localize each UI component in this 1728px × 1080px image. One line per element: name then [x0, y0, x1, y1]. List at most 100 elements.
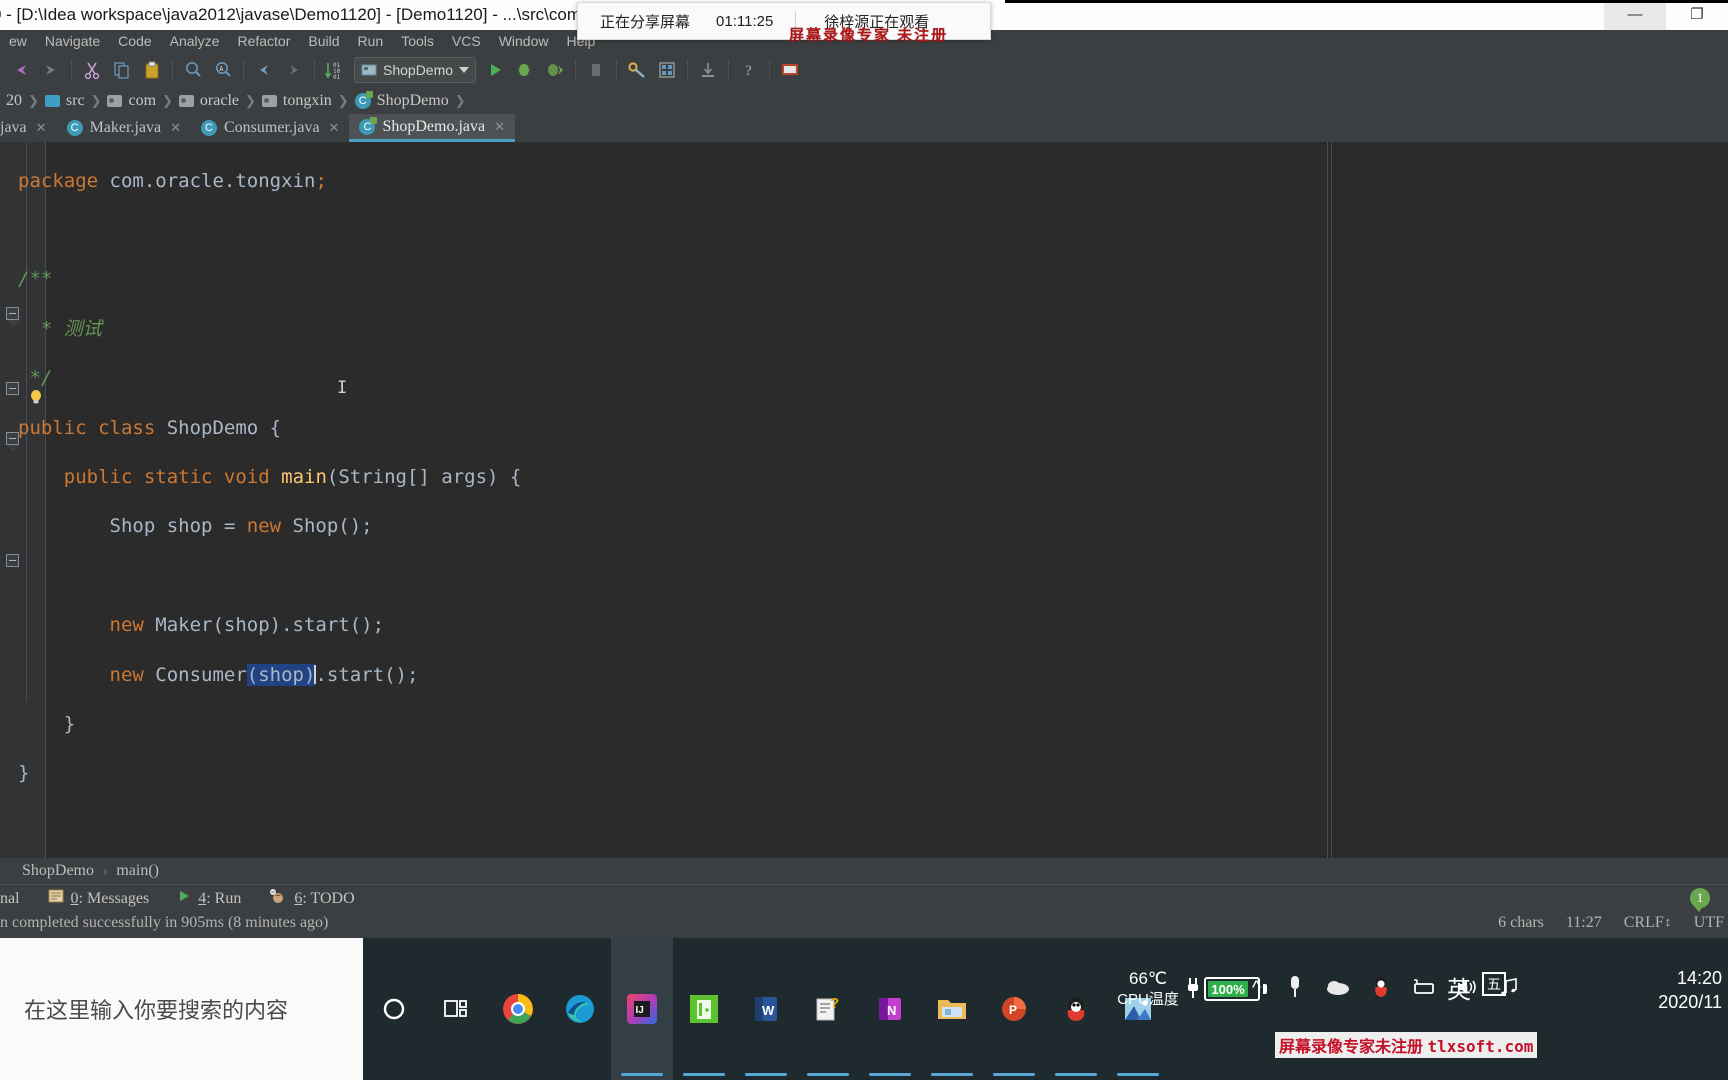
redo-icon[interactable]	[279, 55, 309, 85]
menu-item-navigate[interactable]: Navigate	[36, 33, 109, 49]
search-input[interactable]: 在这里输入你要搜索的内容	[0, 938, 363, 1080]
file-explorer-icon[interactable]	[921, 938, 983, 1080]
code-line-7: public static void main(String[] args) {	[63, 466, 522, 489]
project-structure-icon[interactable]	[652, 55, 682, 85]
menu-item-tools[interactable]: Tools	[392, 33, 443, 49]
minimize-button[interactable]: —	[1604, 0, 1666, 30]
coverage-icon[interactable]	[540, 55, 570, 85]
undo-icon[interactable]	[249, 55, 279, 85]
cloud-icon[interactable]	[1325, 974, 1351, 1000]
settings-icon[interactable]	[622, 55, 652, 85]
update-project-icon[interactable]	[693, 55, 723, 85]
qq-icon[interactable]	[1045, 938, 1107, 1080]
status-char-count: 6 chars	[1498, 914, 1544, 931]
status-encoding[interactable]: UTF	[1694, 914, 1724, 932]
ime-mode-indicator[interactable]: 五	[1482, 972, 1506, 996]
breadcrumb-oracle[interactable]: oracle	[173, 92, 245, 110]
menu-item-code[interactable]: Code	[109, 33, 160, 49]
status-line-separator[interactable]: CRLF↕	[1624, 914, 1672, 932]
breadcrumb-tongxin[interactable]: tongxin	[256, 92, 338, 110]
notes-icon[interactable]: ?	[797, 938, 859, 1080]
task-view-icon[interactable]	[425, 938, 487, 1080]
close-icon[interactable]: ✕	[170, 120, 181, 136]
ime-language-indicator[interactable]: 英	[1447, 970, 1471, 1005]
breadcrumb-com[interactable]: com	[101, 92, 162, 110]
breadcrumb-class-name[interactable]: ShopDemo	[22, 862, 94, 880]
tab-shopdemo-java[interactable]: C ShopDemo.java ✕	[349, 114, 516, 142]
close-icon[interactable]: ✕	[329, 120, 340, 136]
debug-icon[interactable]	[510, 55, 540, 85]
edge-icon[interactable]	[549, 938, 611, 1080]
breadcrumb-class[interactable]: C ShopDemo	[349, 91, 455, 110]
status-caret-position[interactable]: 11:27	[1566, 914, 1602, 932]
code-editor[interactable]: package com.oracle.tongxin; /** * 测试 */ …	[0, 142, 1728, 858]
source-folder-icon	[44, 95, 60, 107]
menu-item-run[interactable]: Run	[349, 33, 393, 49]
word-icon[interactable]: W	[735, 938, 797, 1080]
class-icon: C	[354, 91, 373, 109]
usb-device-icon[interactable]	[1282, 974, 1308, 1000]
cortana-icon[interactable]	[363, 938, 425, 1080]
vm-options-icon[interactable]	[775, 55, 805, 85]
toolwindow-run[interactable]: 4: Run	[163, 889, 255, 908]
paste-icon[interactable]	[137, 55, 167, 85]
share-timer: 01:11:25	[716, 12, 774, 30]
run-config-label: ShopDemo	[383, 62, 454, 78]
menu-item-view[interactable]: ew	[0, 33, 36, 49]
maximize-button[interactable]: ❐	[1666, 0, 1728, 30]
status-badge[interactable]: 1	[1690, 888, 1710, 912]
breadcrumb-method-name[interactable]: main()	[116, 862, 159, 880]
chevron-down-icon[interactable]	[459, 67, 470, 73]
menu-item-analyze[interactable]: Analyze	[161, 33, 229, 49]
chrome-icon[interactable]	[487, 938, 549, 1080]
green-app-icon[interactable]	[673, 938, 735, 1080]
stop-icon[interactable]	[581, 55, 611, 85]
menu-item-window[interactable]: Window	[490, 33, 558, 49]
tab-java[interactable]: java ✕	[0, 114, 57, 142]
run-configuration-selector[interactable]: ShopDemo	[354, 57, 477, 83]
code-line-13: }	[18, 762, 30, 785]
run-icon[interactable]	[480, 55, 510, 85]
replace-icon[interactable]: A	[208, 55, 238, 85]
toolwindow-terminal[interactable]: nal	[0, 890, 34, 908]
show-hidden-icons-chevron-icon[interactable]: ^	[1252, 978, 1261, 1000]
code-content[interactable]: package com.oracle.tongxin; /** * 测试 */ …	[18, 144, 521, 835]
watermark-bottom: 屏幕录像专家未注册 tlxsoft.com	[1275, 1032, 1538, 1058]
breadcrumb-module[interactable]: 20	[0, 92, 28, 110]
help-icon[interactable]: ?	[734, 55, 764, 85]
close-icon[interactable]: ✕	[36, 120, 47, 136]
close-icon[interactable]: ✕	[494, 119, 505, 135]
qq-tray-icon[interactable]	[1368, 974, 1394, 1000]
breadcrumb-separator: ❯	[162, 93, 173, 108]
intellij-idea-icon[interactable]: IJ	[611, 938, 673, 1080]
back-icon[interactable]	[6, 55, 36, 85]
toolwindow-todo[interactable]: 6: TODO	[255, 888, 368, 909]
menu-item-build[interactable]: Build	[299, 33, 348, 49]
copy-icon[interactable]	[107, 55, 137, 85]
run-config-icon	[361, 64, 377, 76]
tab-consumer-java[interactable]: C Consumer.java ✕	[191, 114, 349, 142]
breadcrumb-module-label: 20	[6, 92, 22, 109]
java-runnable-class-icon: C	[359, 116, 378, 135]
toolbar-separator	[314, 60, 315, 80]
network-icon[interactable]	[1411, 974, 1437, 1000]
onenote-icon[interactable]: N	[859, 938, 921, 1080]
system-clock[interactable]: 14:20 2020/11	[1658, 966, 1722, 1014]
cpu-temperature-indicator[interactable]: 66℃ CPU温度	[1113, 968, 1183, 1010]
breadcrumb-class-label: ShopDemo	[376, 92, 449, 109]
powerpoint-icon[interactable]: P	[983, 938, 1045, 1080]
menu-item-vcs[interactable]: VCS	[443, 33, 490, 49]
notification-badge-wrap[interactable]: 1	[1690, 888, 1710, 912]
package-icon	[261, 95, 277, 107]
toolbar-separator	[728, 60, 730, 80]
cut-icon[interactable]	[77, 55, 107, 85]
forward-icon[interactable]	[36, 55, 66, 85]
find-icon[interactable]	[178, 55, 208, 85]
svg-text:A: A	[219, 65, 224, 73]
menu-item-refactor[interactable]: Refactor	[228, 33, 299, 49]
breadcrumb-src[interactable]: src	[39, 92, 91, 110]
main-toolbar: A 01 10 01 ShopDemo ?	[0, 52, 1728, 88]
toolwindow-messages[interactable]: 0: Messages	[34, 889, 164, 908]
tab-maker-java[interactable]: C Maker.java ✕	[57, 114, 191, 142]
compile-icon[interactable]: 01 10 01	[320, 55, 350, 85]
